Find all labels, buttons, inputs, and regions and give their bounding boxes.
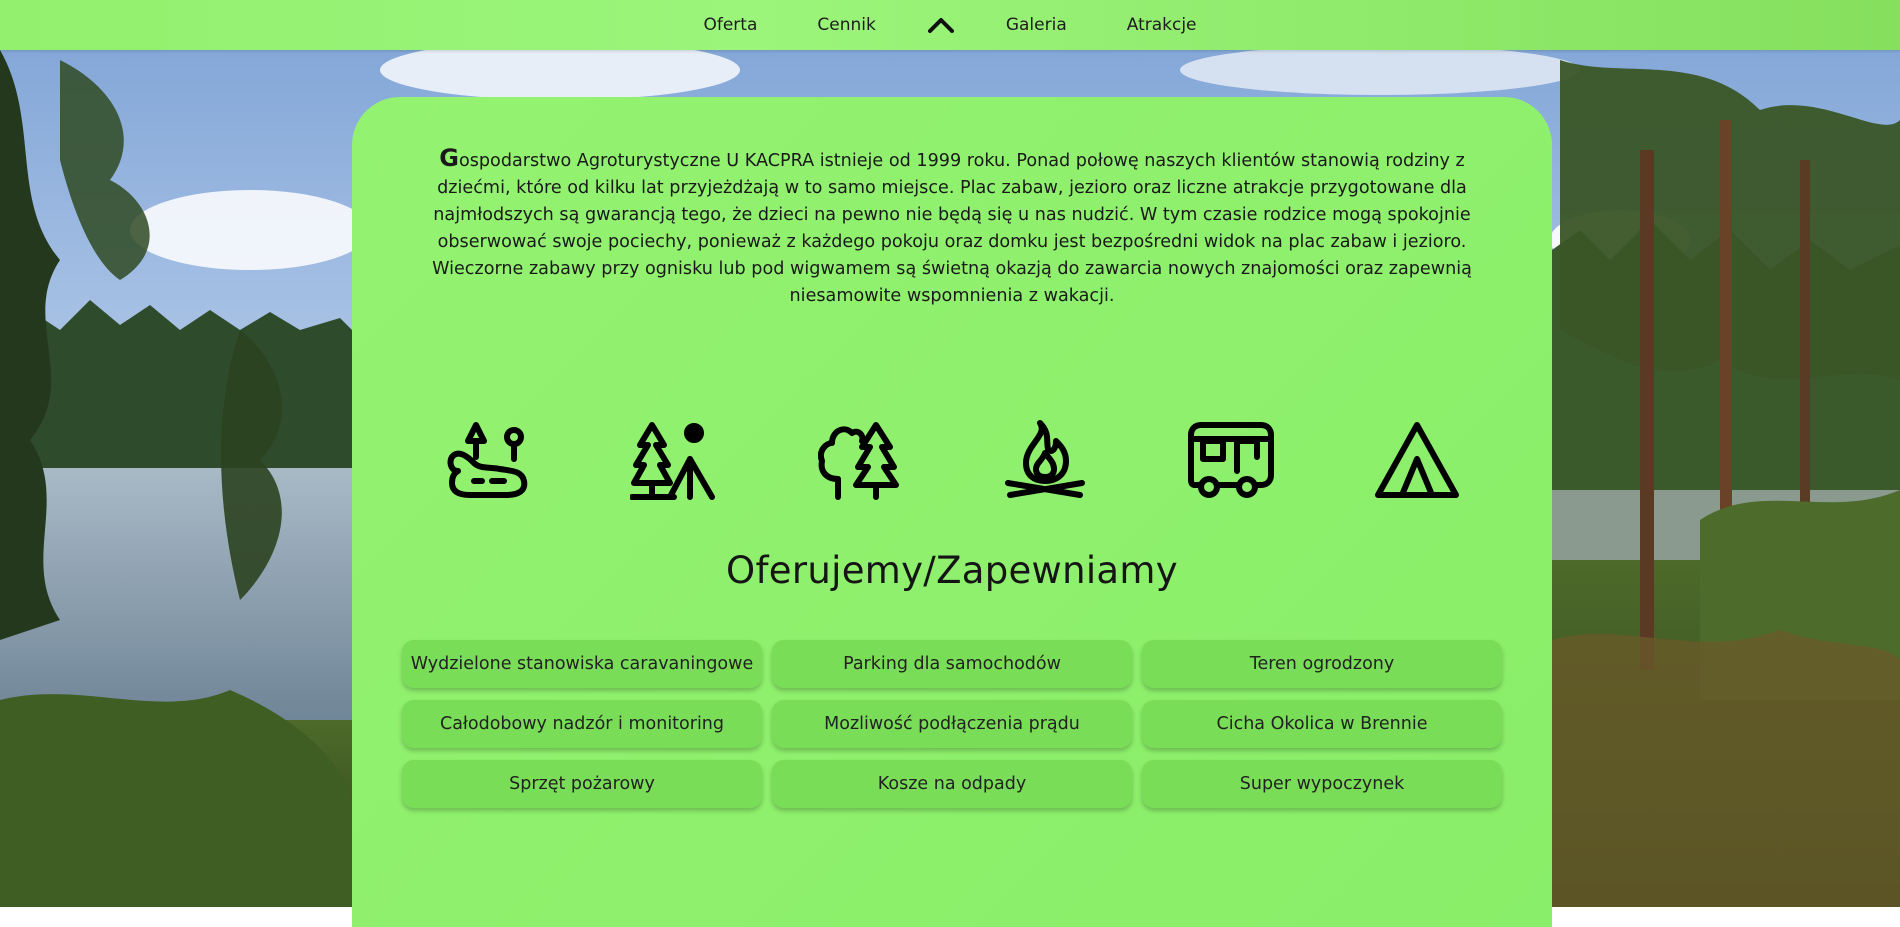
offer-item-fenced-area[interactable]: Teren ogrodzony [1142,640,1502,688]
offer-item-trash-bins[interactable]: Kosze na odpady [772,760,1132,808]
camper-person-icon [628,415,718,505]
intro-dropcap: G [439,144,459,172]
offer-item-super-rest[interactable]: Super wypoczynek [1142,760,1502,808]
scroll-top-button[interactable] [906,0,976,50]
offer-item-monitoring[interactable]: Całodobowy nadzór i monitoring [402,700,762,748]
offer-item-caravan-spots[interactable]: Wydzielone stanowiska caravaningowe [402,640,762,688]
forest-icon [814,415,904,505]
nav-menu: Oferta Cennik Galeria Atrakcje [673,0,1226,50]
caravan-icon [1186,415,1276,505]
nav-link-atrakcje[interactable]: Atrakcje [1097,0,1227,50]
top-navigation: Oferta Cennik Galeria Atrakcje [0,0,1900,50]
offer-title: Oferujemy/Zapewniamy [726,549,1178,592]
nav-link-galeria[interactable]: Galeria [976,0,1097,50]
lake-icon [442,415,532,505]
offer-item-quiet-area[interactable]: Cicha Okolica w Brennie [1142,700,1502,748]
campfire-icon [1000,415,1090,505]
offer-item-electricity[interactable]: Mozliwość podłączenia prądu [772,700,1132,748]
tent-icon [1372,415,1462,505]
content-card: Gospodarstwo Agroturystyczne U KACPRA is… [352,97,1552,927]
offer-item-fire-equipment[interactable]: Sprzęt pożarowy [402,760,762,808]
offer-grid: Wydzielone stanowiska caravaningowe Park… [402,640,1504,808]
nav-link-cennik[interactable]: Cennik [787,0,905,50]
offer-item-car-parking[interactable]: Parking dla samochodów [772,640,1132,688]
amenities-icons [442,415,1462,505]
chevron-up-icon [927,18,954,33]
intro-paragraph: Gospodarstwo Agroturystyczne U KACPRA is… [416,145,1488,310]
nav-link-oferta[interactable]: Oferta [673,0,787,50]
intro-text: ospodarstwo Agroturystyczne U KACPRA ist… [432,151,1472,306]
